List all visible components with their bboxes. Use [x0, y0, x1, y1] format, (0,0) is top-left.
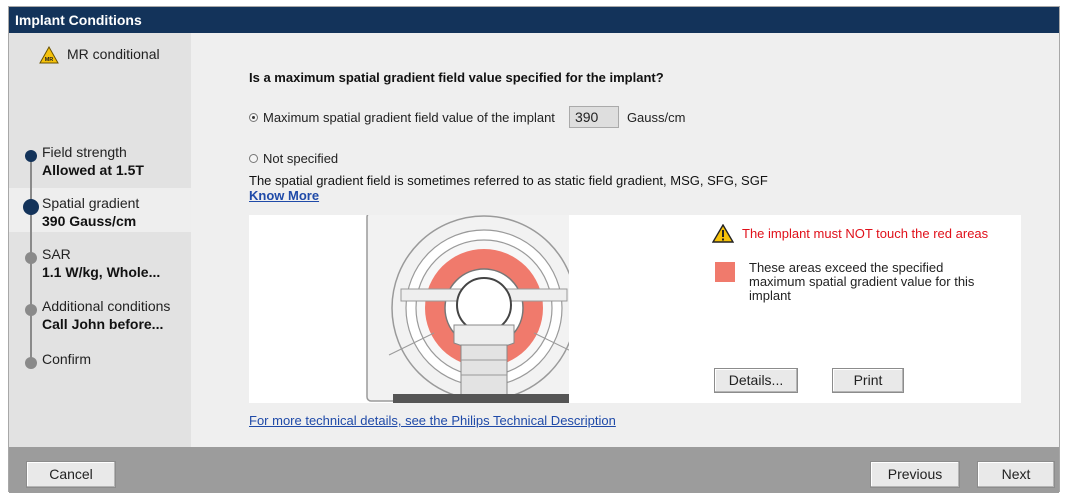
option-specified-label: Maximum spatial gradient field value of … [263, 109, 555, 125]
footer-bar: Cancel Previous Next [9, 447, 1059, 493]
mr-status: MR MR conditional [39, 46, 160, 64]
step-done-dot [25, 150, 37, 162]
option-not-specified-label: Not specified [263, 151, 339, 166]
gradient-value-input[interactable]: 390 [568, 106, 619, 128]
warning-text: The implant must NOT touch the red areas [742, 226, 989, 241]
step-label: Confirm [42, 351, 92, 367]
gradient-unit-label: Gauss/cm [626, 109, 686, 125]
step-label: SAR [42, 246, 71, 262]
danger-area-swatch [715, 262, 735, 282]
legend-text: These areas exceed the specified maximum… [749, 260, 975, 303]
option-not-specified-row[interactable]: Not specified [249, 151, 338, 166]
step-pending-dot [25, 304, 37, 316]
next-button[interactable]: Next [977, 461, 1055, 488]
question-heading: Is a maximum spatial gradient field valu… [249, 70, 664, 85]
technical-description-link[interactable]: For more technical details, see the Phil… [249, 413, 616, 428]
details-button[interactable]: Details... [714, 368, 798, 393]
warning-triangle-icon [712, 224, 734, 243]
svg-text:MR: MR [45, 57, 54, 63]
step-value: Call John before... [42, 316, 164, 332]
option-not-specified-radio[interactable] [249, 154, 258, 163]
step-pending-dot [25, 252, 37, 264]
cancel-button[interactable]: Cancel [26, 461, 116, 488]
gradient-diagram-panel: The implant must NOT touch the red areas… [249, 215, 1021, 403]
know-more-link[interactable]: Know More [249, 188, 319, 203]
step-value: 1.1 W/kg, Whole... [42, 264, 161, 280]
main-content: Is a maximum spatial gradient field valu… [191, 33, 1059, 447]
warning-message: The implant must NOT touch the red areas [712, 224, 988, 243]
step-value: 390 Gauss/cm [42, 213, 137, 229]
mr-status-label: MR conditional [67, 46, 160, 62]
step-label: Field strength [42, 144, 127, 160]
step-current-dot [23, 199, 39, 215]
option-specified-row[interactable]: Maximum spatial gradient field value of … [249, 106, 685, 128]
implant-conditions-window: Implant Conditions MR MR conditional Fie… [8, 6, 1060, 493]
step-label: Spatial gradient [42, 195, 140, 211]
step-label: Additional conditions [42, 298, 171, 314]
scanner-gradient-diagram [359, 215, 569, 403]
step-sidebar: MR MR conditional Field strength Allowed… [9, 33, 191, 447]
mr-conditional-warning-icon: MR [39, 46, 59, 64]
info-text: The spatial gradient field is sometimes … [249, 173, 768, 188]
step-value: Allowed at 1.5T [42, 162, 144, 178]
option-specified-radio[interactable] [249, 112, 258, 122]
previous-button[interactable]: Previous [870, 461, 960, 488]
step-pending-dot [25, 357, 37, 369]
window-title: Implant Conditions [9, 7, 1059, 33]
print-button[interactable]: Print [832, 368, 904, 393]
